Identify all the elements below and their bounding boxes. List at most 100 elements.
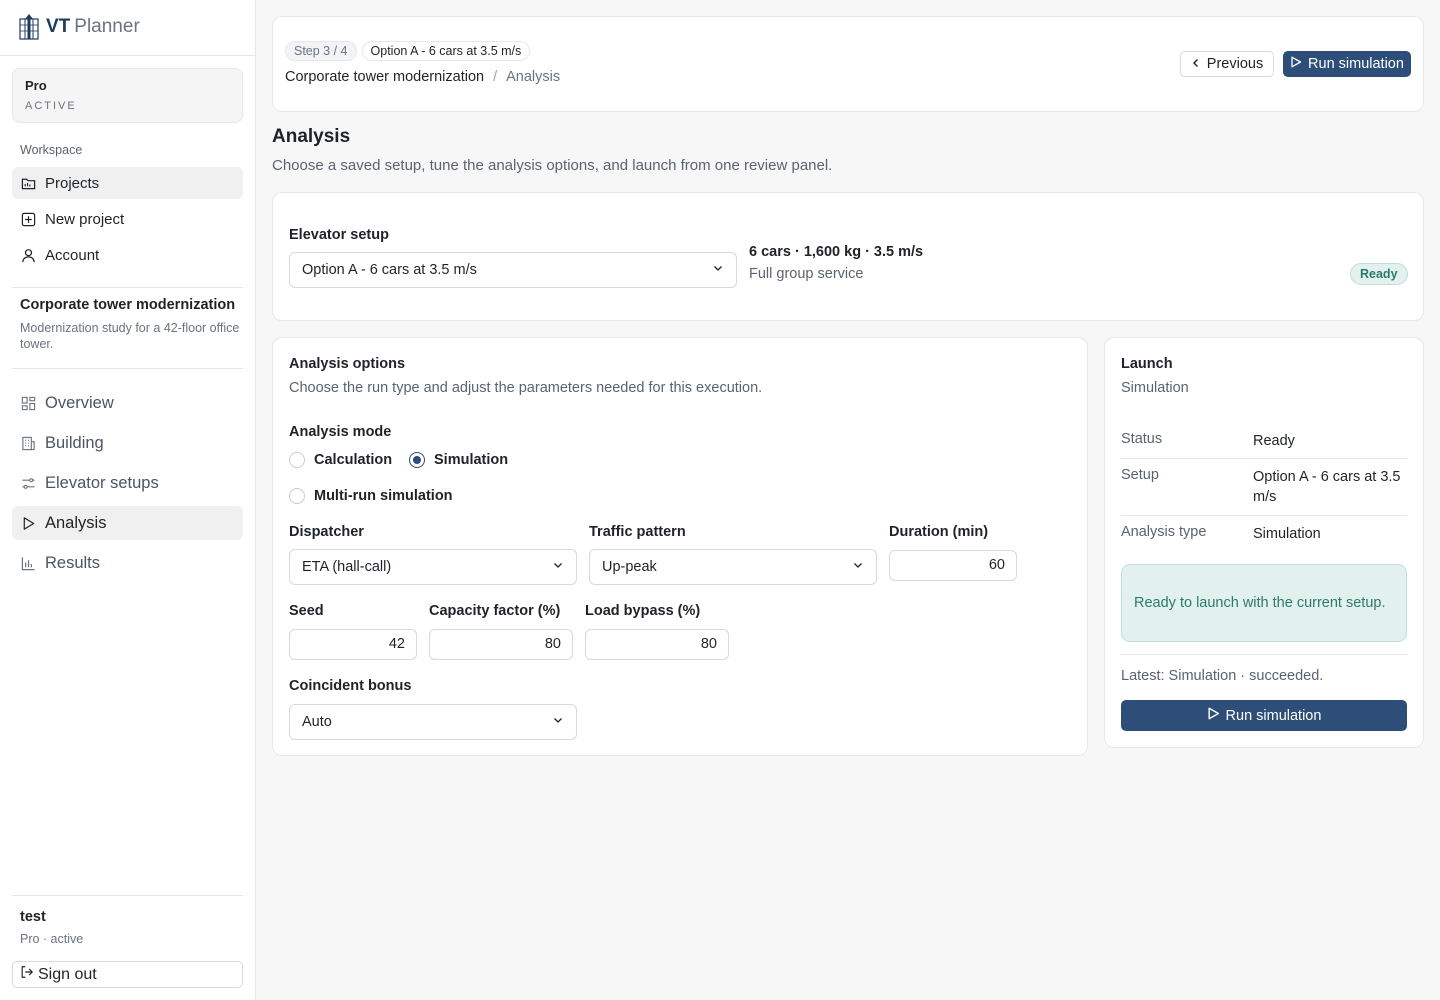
duration-input[interactable]: 60 — [889, 550, 1017, 581]
run-label: Run simulation — [1225, 707, 1322, 724]
page-title: Analysis — [272, 126, 351, 147]
radio-label: Multi-run simulation — [314, 488, 453, 504]
chevron-left-icon — [1191, 56, 1201, 72]
setup-value: Option A - 6 cars at 3.5 m/s — [302, 262, 477, 278]
chevron-down-icon — [712, 262, 724, 278]
mode-calculation-radio[interactable]: Calculation — [289, 452, 392, 468]
sidebar-item-label: Account — [45, 246, 100, 264]
mode-multirun-radio[interactable]: Multi-run simulation — [289, 488, 453, 504]
play-icon — [1207, 707, 1220, 724]
header-chips: Step 3 / 4 Option A - 6 cars at 3.5 m/s — [285, 41, 531, 61]
user-name: test — [20, 909, 46, 925]
setup-card: Elevator setup Option A - 6 cars at 3.5 … — [272, 192, 1424, 321]
radio-dot-selected — [409, 452, 425, 468]
launch-row-setup: Setup Option A - 6 cars at 3.5 m/s — [1121, 467, 1407, 516]
capacity-input[interactable]: 80 — [429, 629, 573, 660]
building-icon — [20, 435, 36, 451]
setup-label: Elevator setup — [289, 227, 389, 243]
sidebar-item-elevator-setups[interactable]: Elevator setups — [12, 466, 243, 500]
sidebar-item-analysis[interactable]: Analysis — [12, 506, 243, 540]
duration-label: Duration (min) — [889, 524, 989, 540]
analysis-options-card: Analysis options Choose the run type and… — [272, 337, 1088, 756]
user-icon — [20, 247, 36, 263]
setup-chip: Option A - 6 cars at 3.5 m/s — [361, 41, 531, 61]
seed-label: Seed — [289, 603, 324, 619]
project-description: Modernization study for a 42-floor offic… — [20, 321, 240, 351]
traffic-label: Traffic pattern — [589, 524, 686, 540]
dispatcher-value: ETA (hall-call) — [302, 559, 392, 575]
sidebar-item-overview[interactable]: Overview — [12, 386, 243, 420]
sidebar-item-building[interactable]: Building — [12, 426, 243, 460]
latest-run-status: Latest: Simulation · succeeded. — [1121, 668, 1324, 684]
plan-name: Pro — [25, 78, 47, 93]
project-title: Corporate tower modernization — [20, 297, 236, 313]
row-key: Analysis type — [1121, 524, 1207, 540]
seed-input[interactable]: 42 — [289, 629, 417, 660]
workspace-label: Workspace — [20, 143, 83, 157]
traffic-value: Up-peak — [602, 559, 657, 575]
sidebar-item-label: Projects — [45, 174, 100, 192]
plan-status: ACTIVE — [25, 100, 77, 112]
step-chip: Step 3 / 4 — [285, 41, 357, 61]
divider — [1121, 654, 1407, 655]
sidebar-item-label: Elevator setups — [45, 473, 159, 492]
radio-dot — [289, 452, 305, 468]
sidebar-item-label: Analysis — [45, 513, 107, 532]
divider — [0, 55, 256, 56]
sliders-icon — [20, 475, 36, 491]
coincident-label: Coincident bonus — [289, 678, 412, 694]
brand-planner: Planner — [74, 16, 140, 37]
sidebar: VT Planner Pro ACTIVE Workspace Projects… — [0, 0, 256, 1000]
divider — [12, 895, 243, 896]
run-simulation-header-button[interactable]: Run simulation — [1283, 51, 1411, 77]
play-icon — [20, 515, 36, 531]
sidebar-item-label: New project — [45, 210, 125, 228]
sidebar-item-projects[interactable]: Projects — [12, 167, 243, 199]
breadcrumb-project[interactable]: Corporate tower modernization — [285, 69, 484, 85]
row-key: Status — [1121, 431, 1163, 447]
user-plan: Pro · active — [20, 932, 84, 946]
setup-service: Full group service — [749, 266, 864, 282]
bypass-input[interactable]: 80 — [585, 629, 729, 660]
play-icon — [1290, 56, 1302, 72]
row-value: Option A - 6 cars at 3.5 m/s — [1253, 469, 1401, 505]
bar-chart-icon — [20, 555, 36, 571]
traffic-select[interactable]: Up-peak — [589, 549, 877, 585]
sidebar-item-label: Building — [45, 433, 104, 452]
row-key: Setup — [1121, 467, 1159, 483]
sidebar-item-account[interactable]: Account — [12, 239, 243, 271]
radio-dot — [289, 488, 305, 504]
ready-notice: Ready to launch with the current setup. — [1121, 564, 1407, 642]
run-simulation-button[interactable]: Run simulation — [1121, 700, 1407, 731]
dispatcher-label: Dispatcher — [289, 524, 364, 540]
page-subtitle: Choose a saved setup, tune the analysis … — [272, 157, 833, 174]
dispatcher-select[interactable]: ETA (hall-call) — [289, 549, 577, 585]
row-value: Simulation — [1253, 526, 1321, 542]
ready-badge: Ready — [1350, 263, 1408, 285]
launch-row-status: Status Ready — [1121, 431, 1407, 459]
coincident-select[interactable]: Auto — [289, 704, 577, 740]
launch-subtitle: Simulation — [1121, 380, 1189, 396]
sidebar-item-new-project[interactable]: New project — [12, 203, 243, 235]
previous-button[interactable]: Previous — [1180, 51, 1274, 77]
plus-square-icon — [20, 211, 36, 227]
launch-row-analysis-type: Analysis type Simulation — [1121, 524, 1407, 554]
grid-icon — [20, 395, 36, 411]
options-title: Analysis options — [289, 356, 406, 372]
sidebar-item-label: Overview — [45, 393, 114, 412]
chevron-down-icon — [852, 559, 864, 575]
chevron-down-icon — [552, 714, 564, 730]
brand-logo[interactable]: VT Planner — [16, 12, 140, 42]
options-subtitle: Choose the run type and adjust the param… — [289, 380, 763, 396]
setup-summary: 6 cars · 1,600 kg · 3.5 m/s — [749, 244, 924, 260]
mode-simulation-radio[interactable]: Simulation — [409, 452, 508, 468]
sign-out-label: Sign out — [38, 965, 97, 983]
brand-vt: VT — [46, 16, 71, 37]
breadcrumb: Corporate tower modernization / Analysis — [285, 69, 560, 85]
sign-out-button[interactable]: Sign out — [12, 961, 243, 988]
radio-label: Simulation — [434, 452, 509, 468]
sidebar-item-results[interactable]: Results — [12, 546, 243, 580]
setup-select[interactable]: Option A - 6 cars at 3.5 m/s — [289, 252, 737, 288]
header-card: Step 3 / 4 Option A - 6 cars at 3.5 m/s … — [272, 16, 1424, 112]
launch-title: Launch — [1121, 356, 1173, 372]
